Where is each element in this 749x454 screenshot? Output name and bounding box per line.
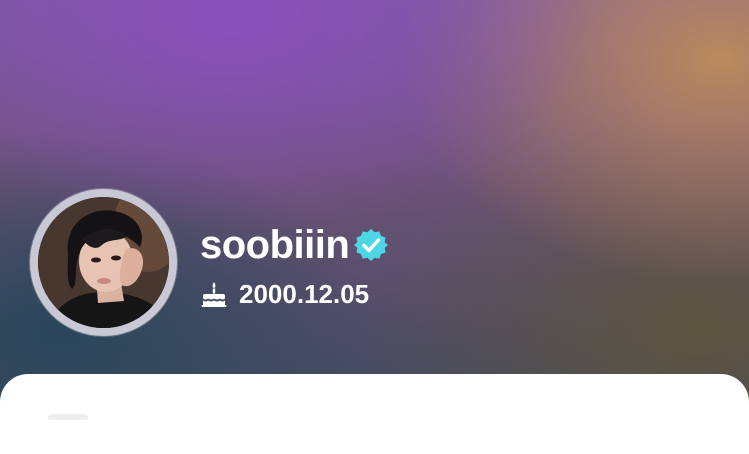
verified-badge-icon [353,227,389,263]
card-placeholder [48,414,88,420]
avatar-image-icon [38,197,169,328]
profile-name-row: soobiiin [200,222,389,268]
username: soobiiin [200,223,350,267]
profile-content-card [0,374,749,454]
birthday-date: 2000.12.05 [239,279,370,309]
cake-icon [200,280,228,308]
avatar-photo [38,197,169,328]
birthday-row: 2000.12.05 [200,278,369,310]
avatar[interactable] [30,189,177,336]
